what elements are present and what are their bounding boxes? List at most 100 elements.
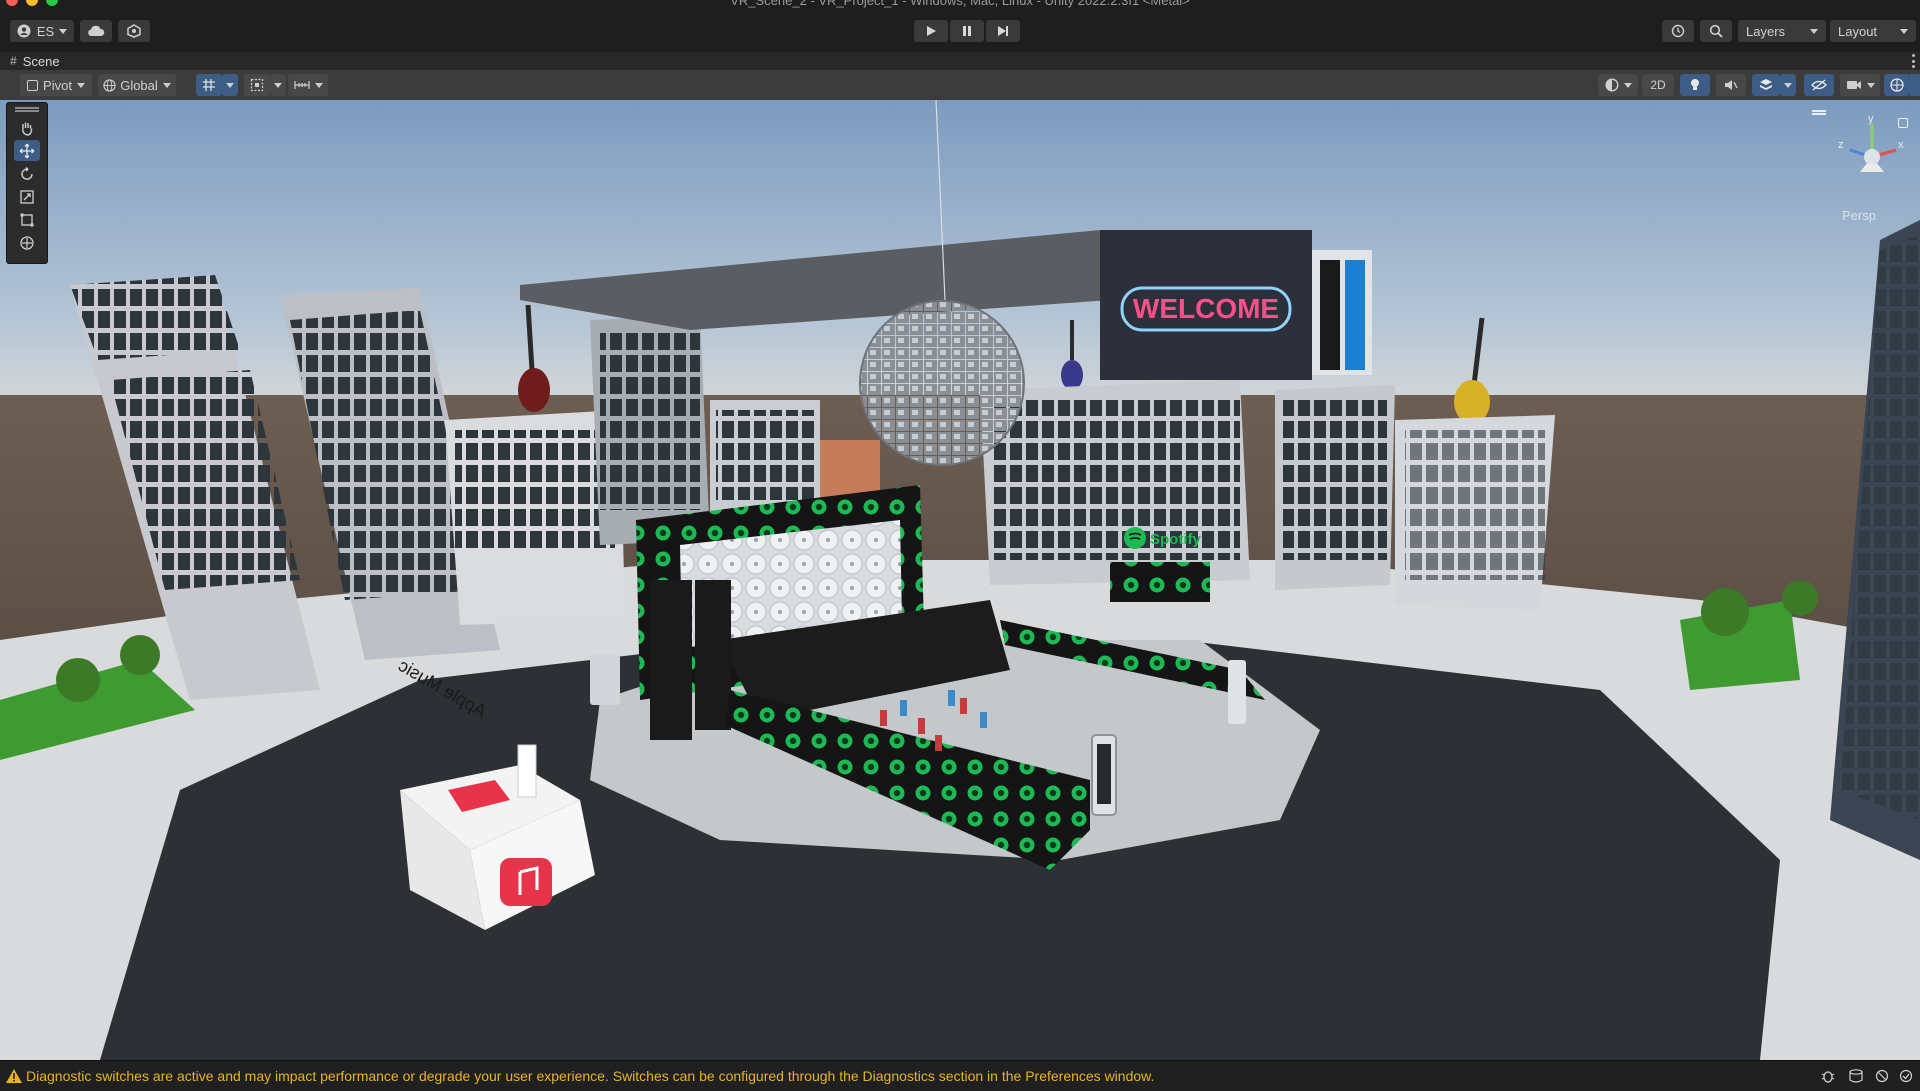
- play-button[interactable]: [914, 20, 948, 42]
- layout-dropdown[interactable]: Layout: [1830, 20, 1916, 42]
- gizmo-lock-icon[interactable]: [1898, 118, 1908, 128]
- history-icon: [1671, 24, 1685, 38]
- pivot-label: Pivot: [43, 77, 72, 93]
- gizmo-menu-icon[interactable]: [1812, 110, 1826, 112]
- chevron-down-icon: [1810, 28, 1818, 34]
- disco-ball: [859, 300, 1025, 466]
- hand-tool-icon: [22, 122, 33, 136]
- audio-toggle[interactable]: [1716, 74, 1746, 96]
- camera-icon: [1846, 81, 1861, 89]
- gizmo-globe-icon: [1890, 78, 1904, 92]
- move-tool-icon: [19, 143, 35, 158]
- scale-tool-button[interactable]: [14, 186, 40, 207]
- pause-icon: [963, 26, 971, 36]
- shading-sphere-icon: [1604, 78, 1619, 92]
- spotify-sign: Spotify: [1124, 527, 1201, 549]
- shading-mode-dropdown[interactable]: [1598, 74, 1638, 96]
- window-titlebar: VR_Scene_2 - VR_Project_1 - Windows, Mac…: [0, 0, 1920, 12]
- grid-visibility-button[interactable]: [196, 74, 222, 96]
- snap-button[interactable]: [244, 74, 270, 96]
- gizmos-dropdown[interactable]: [1910, 74, 1920, 96]
- account-icon: [17, 24, 31, 38]
- chevron-down-icon: [59, 28, 68, 34]
- account-dropdown[interactable]: ES: [10, 20, 74, 42]
- chevron-down-icon: [1784, 82, 1792, 88]
- chevron-down-icon: [226, 82, 234, 88]
- window-title: VR_Scene_2 - VR_Project_1 - Windows, Mac…: [730, 0, 1190, 8]
- global-label: Global: [120, 77, 158, 93]
- svg-text:x: x: [1898, 139, 1904, 151]
- projection-label[interactable]: Persp: [1842, 208, 1876, 223]
- tool-palette: [6, 102, 48, 264]
- tab-scene[interactable]: # Scene: [10, 52, 60, 70]
- pause-button[interactable]: [950, 20, 984, 42]
- layers-dropdown[interactable]: Layers: [1738, 20, 1826, 42]
- chevron-down-icon: [1866, 82, 1875, 88]
- diagnostics-warning-text[interactable]: Diagnostic switches are active and may i…: [26, 1068, 1154, 1084]
- transform-tool-icon: [20, 235, 34, 250]
- svg-text:z: z: [1838, 139, 1844, 151]
- scene-render: WELCOME Spotify Apple Music: [0, 100, 1920, 1060]
- increment-snap-button[interactable]: [288, 74, 328, 96]
- mode-2d-toggle[interactable]: 2D: [1642, 74, 1674, 96]
- checkmark-icon[interactable]: [1898, 1069, 1914, 1083]
- bug-icon[interactable]: [1820, 1069, 1836, 1083]
- chevron-down-icon: [1623, 82, 1632, 88]
- gizmos-toggle[interactable]: [1884, 74, 1910, 96]
- tab-scene-label: Scene: [22, 53, 60, 69]
- hidden-eye-icon: [1811, 79, 1827, 91]
- tool-palette-grip[interactable]: [15, 107, 39, 109]
- collab-icon: [127, 24, 141, 38]
- move-tool-button[interactable]: [14, 140, 40, 161]
- rect-tool-button[interactable]: [14, 209, 40, 230]
- transform-tool-button[interactable]: [14, 232, 40, 253]
- mode-2d-label: 2D: [1650, 78, 1666, 92]
- main-toolbar: ES Layers Layout: [0, 12, 1920, 53]
- globe-icon: [103, 78, 116, 92]
- light-bulb-icon: [1691, 79, 1699, 90]
- welcome-sign-text: WELCOME: [1133, 293, 1279, 324]
- rotate-tool-button[interactable]: [14, 163, 40, 184]
- step-button[interactable]: [986, 20, 1020, 42]
- grid-icon: #: [10, 54, 17, 68]
- play-icon: [927, 26, 936, 36]
- search-button[interactable]: [1700, 20, 1732, 42]
- scene-tab-bar: # Scene: [0, 52, 1920, 71]
- chevron-down-icon: [314, 82, 323, 88]
- step-icon: [998, 26, 1008, 36]
- spotify-label: Spotify: [1150, 531, 1201, 548]
- pivot-icon: [27, 79, 39, 91]
- chevron-down-icon: [1900, 28, 1908, 34]
- snap-icon: [250, 78, 264, 92]
- scale-tool-icon: [20, 189, 34, 204]
- hand-tool-button[interactable]: [14, 117, 40, 138]
- progress-icon[interactable]: [1874, 1069, 1890, 1083]
- chevron-down-icon: [274, 82, 282, 88]
- warning-icon: [6, 1069, 22, 1083]
- history-button[interactable]: [1662, 20, 1694, 42]
- effects-toggle[interactable]: [1752, 74, 1780, 96]
- account-label: ES: [36, 23, 55, 39]
- cloud-button[interactable]: [80, 20, 112, 42]
- global-dropdown[interactable]: Global: [98, 74, 176, 96]
- svg-text:y: y: [1868, 113, 1874, 125]
- grid-snap-icon: [203, 79, 215, 91]
- pivot-dropdown[interactable]: Pivot: [20, 74, 92, 96]
- scene-viewport[interactable]: WELCOME Spotify Apple Music y x z Persp: [0, 100, 1920, 1060]
- camera-settings-dropdown[interactable]: [1840, 74, 1880, 96]
- audio-mute-icon: [1725, 80, 1738, 90]
- chevron-down-icon: [162, 82, 171, 88]
- effects-dropdown[interactable]: [1780, 74, 1796, 96]
- scene-visibility-toggle[interactable]: [1804, 74, 1834, 96]
- more-options-icon[interactable]: [1912, 54, 1916, 68]
- rect-tool-icon: [20, 213, 34, 226]
- scene-toolbar: Pivot Global 2D: [0, 70, 1920, 101]
- cache-server-icon[interactable]: [1848, 1069, 1864, 1083]
- collab-button[interactable]: [118, 20, 150, 42]
- rotate-tool-icon: [21, 166, 33, 180]
- grid-options-dropdown[interactable]: [222, 74, 238, 96]
- snap-options-dropdown[interactable]: [270, 74, 286, 96]
- lighting-toggle[interactable]: [1680, 74, 1710, 96]
- ruler-icon: [293, 81, 310, 89]
- search-icon: [1709, 24, 1723, 38]
